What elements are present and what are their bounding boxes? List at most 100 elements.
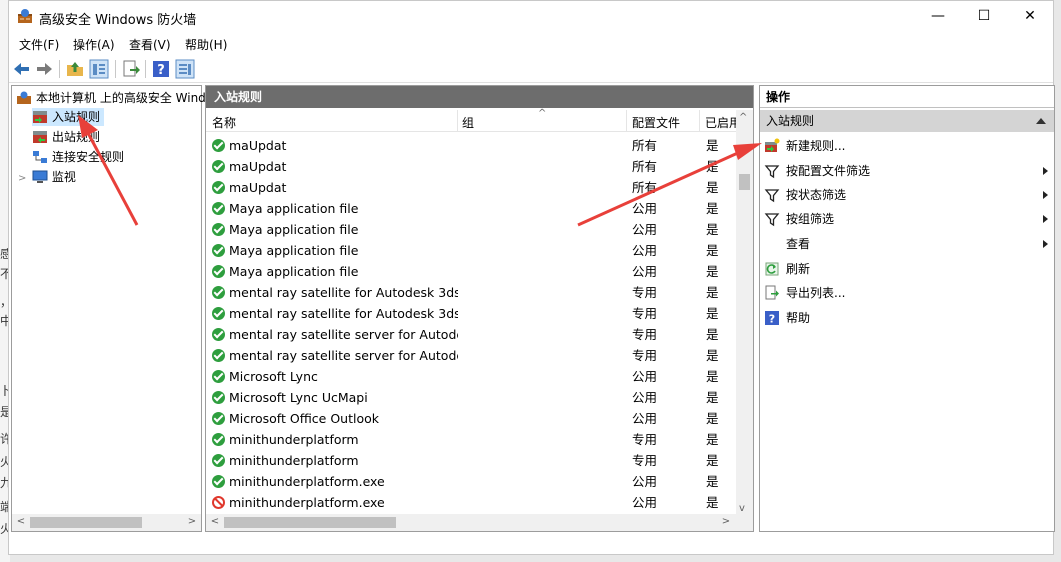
rule-enabled-cell: 是 — [706, 306, 719, 321]
allowed-check-icon — [212, 391, 225, 404]
firewall-app-icon — [18, 9, 32, 23]
scroll-up-icon[interactable]: ^ — [739, 112, 747, 123]
collapse-caret-icon[interactable] — [1036, 118, 1046, 124]
table-row[interactable]: Microsoft Lync 公用 是 — [206, 366, 738, 387]
table-row[interactable]: maUpdat 所有 是 — [206, 156, 738, 177]
close-button[interactable]: ✕ — [1007, 1, 1053, 31]
table-row[interactable]: Maya application file 公用 是 — [206, 261, 738, 282]
table-row[interactable]: minithunderplatform 专用 是 — [206, 429, 738, 450]
column-header-name[interactable]: 名称 — [212, 114, 236, 131]
rule-enabled-cell: 是 — [706, 348, 719, 363]
table-row[interactable]: Maya application file 公用 是 — [206, 219, 738, 240]
column-header-profile[interactable]: 配置文件 — [632, 114, 680, 131]
table-row[interactable]: mental ray satellite server for Autode..… — [206, 324, 738, 345]
table-row[interactable]: Maya application file 公用 是 — [206, 240, 738, 261]
rules-horizontal-scrollbar[interactable]: < > — [206, 514, 753, 531]
menu-help[interactable]: 帮助(H) — [185, 36, 227, 53]
table-row[interactable]: minithunderplatform 专用 是 — [206, 450, 738, 471]
rule-profile-cell: 专用 — [632, 327, 658, 342]
expand-chevron-icon[interactable]: > — [18, 170, 28, 188]
table-row[interactable]: mental ray satellite for Autodesk 3ds...… — [206, 303, 738, 324]
table-row[interactable]: minithunderplatform.exe 公用 是 — [206, 492, 738, 513]
rule-profile-cell: 所有 — [632, 180, 658, 195]
filter-icon — [764, 163, 780, 179]
rule-enabled-cell: 是 — [706, 159, 719, 174]
rule-name: maUpdat — [229, 159, 287, 174]
action-item[interactable]: ? 帮助 — [764, 307, 1052, 329]
column-divider[interactable] — [626, 110, 627, 132]
rule-profile-cell: 公用 — [632, 201, 658, 216]
table-row[interactable]: mental ray satellite server for Autode..… — [206, 345, 738, 366]
scroll-left-icon[interactable]: < — [14, 515, 28, 529]
menu-action[interactable]: 操作(A) — [73, 36, 115, 53]
scrollbar-thumb[interactable] — [224, 517, 396, 528]
scroll-down-icon[interactable]: v — [739, 503, 745, 514]
rule-name: Microsoft Office Outlook — [229, 411, 379, 426]
scrollbar-thumb[interactable] — [30, 517, 142, 528]
column-header-enabled[interactable]: 已启用 — [705, 114, 738, 131]
rule-enabled-cell: 是 — [706, 243, 719, 258]
tree-item-outbound-rules[interactable]: 出站规则 — [32, 128, 100, 146]
tree-horizontal-scrollbar[interactable]: < > — [12, 514, 201, 531]
rule-name-cell: maUpdat — [212, 135, 458, 156]
table-row[interactable]: mental ray satellite for Autodesk 3ds...… — [206, 282, 738, 303]
action-item[interactable]: 新建规则... — [764, 135, 1052, 157]
minimize-button[interactable]: — — [915, 1, 961, 31]
action-item[interactable]: 导出列表... — [764, 282, 1052, 304]
column-divider[interactable] — [699, 110, 700, 132]
allowed-check-icon — [212, 307, 225, 320]
rule-name: Maya application file — [229, 243, 359, 258]
show-action-pane-icon[interactable] — [175, 59, 195, 79]
help-icon[interactable]: ? — [151, 59, 171, 79]
action-item[interactable]: 查看 — [764, 233, 1052, 255]
monitor-icon — [32, 170, 48, 183]
table-row[interactable]: maUpdat 所有 是 — [206, 177, 738, 198]
rule-name-cell: minithunderplatform.exe — [212, 492, 458, 513]
export-list-icon[interactable] — [121, 59, 141, 79]
column-divider[interactable] — [457, 110, 458, 132]
action-item[interactable]: 按组筛选 — [764, 208, 1052, 230]
tree-item-monitor[interactable]: > 监视 — [18, 168, 76, 186]
column-header-group[interactable]: 组 — [462, 114, 474, 131]
actions-section-inbound-rules[interactable]: 入站规则 — [760, 110, 1054, 132]
rules-vertical-scrollbar[interactable]: ^ v — [736, 110, 753, 516]
allowed-check-icon — [212, 433, 225, 446]
new-rule-icon — [764, 138, 780, 154]
table-row[interactable]: maUpdat 所有 是 — [206, 135, 738, 156]
tree-item-inbound-rules[interactable]: 入站规则 — [32, 108, 105, 126]
allowed-check-icon — [212, 349, 225, 362]
menu-view[interactable]: 查看(V) — [129, 36, 171, 53]
table-row[interactable]: minithunderplatform.exe 公用 是 — [206, 471, 738, 492]
tree-item-connection-security[interactable]: 连接安全规则 — [32, 148, 124, 166]
action-item-label: 新建规则... — [786, 139, 846, 153]
allowed-check-icon — [212, 412, 225, 425]
rule-profile-cell: 公用 — [632, 369, 658, 384]
scroll-left-icon[interactable]: < — [208, 515, 222, 529]
rule-profile-cell: 公用 — [632, 243, 658, 258]
forward-arrow-icon[interactable] — [34, 59, 54, 79]
action-item[interactable]: 按状态筛选 — [764, 184, 1052, 206]
connection-security-icon — [33, 151, 47, 163]
action-item[interactable]: 按配置文件筛选 — [764, 160, 1052, 182]
rule-name: mental ray satellite for Autodesk 3ds... — [229, 285, 458, 300]
menu-file[interactable]: 文件(F) — [19, 36, 59, 53]
outbound-rules-icon — [33, 131, 47, 143]
maximize-button[interactable]: ☐ — [961, 1, 1007, 31]
back-arrow-icon[interactable] — [12, 59, 32, 79]
tree-root[interactable]: 本地计算机 上的高级安全 Wind — [16, 89, 206, 107]
action-item[interactable]: 刷新 — [764, 258, 1052, 280]
table-row[interactable]: Microsoft Office Outlook 公用 是 — [206, 408, 738, 429]
show-hide-tree-icon[interactable] — [89, 59, 109, 79]
scroll-right-icon[interactable]: > — [719, 515, 733, 529]
column-headers: 名称 组 ^ 配置文件 已启用 — [206, 108, 738, 132]
table-row[interactable]: Microsoft Lync UcMapi 公用 是 — [206, 387, 738, 408]
svg-text:?: ? — [157, 63, 165, 78]
up-folder-icon[interactable] — [65, 59, 85, 79]
rule-name: maUpdat — [229, 138, 287, 153]
scrollbar-thumb[interactable] — [739, 174, 750, 190]
table-row[interactable]: Maya application file 公用 是 — [206, 198, 738, 219]
blank-icon — [764, 236, 780, 252]
allowed-check-icon — [212, 223, 225, 236]
rule-name: Maya application file — [229, 222, 359, 237]
scroll-right-icon[interactable]: > — [185, 515, 199, 529]
